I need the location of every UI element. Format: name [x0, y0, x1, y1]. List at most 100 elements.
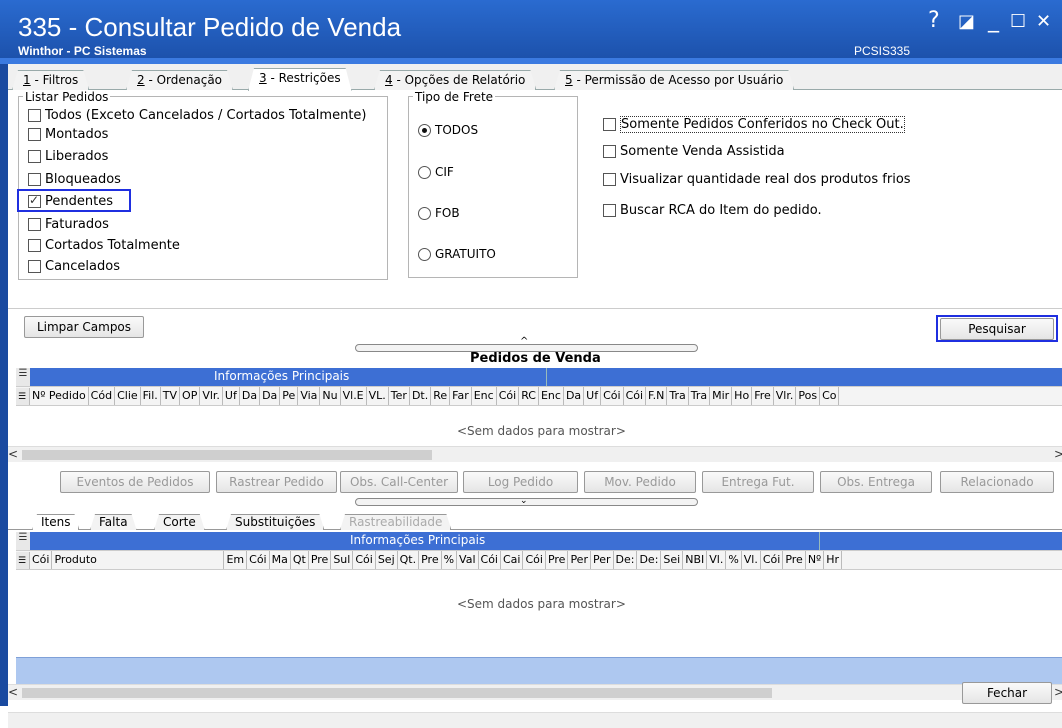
column-header[interactable]: Vl.E	[341, 387, 367, 405]
itens-hscroll-bar[interactable]: < >	[8, 684, 1062, 700]
column-header[interactable]: Val	[457, 551, 479, 569]
column-header[interactable]: Da	[260, 387, 281, 405]
scroll-thumb[interactable]	[22, 688, 772, 698]
column-header[interactable]: Sej	[376, 551, 398, 569]
checkbox-rca-item[interactable]: Buscar RCA do Item do pedido.	[603, 203, 822, 218]
column-header[interactable]: Uf	[223, 387, 240, 405]
checkbox-box[interactable]	[603, 118, 616, 131]
radio-circle[interactable]	[418, 247, 431, 261]
scroll-thumb[interactable]	[22, 450, 432, 460]
column-header[interactable]: Qt.	[398, 551, 420, 569]
radio-todos[interactable]: TODOS	[418, 123, 478, 137]
pedidos-hscroll[interactable]: < >	[8, 446, 1062, 462]
column-header[interactable]: Ho	[732, 387, 753, 405]
column-header[interactable]: Vl.	[742, 551, 761, 569]
tab-corte[interactable]: Corte	[154, 514, 205, 530]
checkbox-box[interactable]	[28, 260, 41, 273]
checkbox-box[interactable]	[28, 150, 41, 163]
scroll-right-icon[interactable]: >	[1054, 685, 1062, 699]
column-header[interactable]: Cói	[601, 387, 624, 405]
column-header[interactable]: Cói	[497, 387, 520, 405]
itens-hscroll[interactable]	[8, 712, 1062, 728]
column-header[interactable]: Mir	[710, 387, 733, 405]
grid-menu-icon[interactable]: ☰	[16, 552, 30, 569]
checkbox-cortados[interactable]: Cortados Totalmente	[28, 238, 180, 253]
checkbox-box[interactable]	[603, 173, 616, 186]
column-header[interactable]: Pre	[546, 551, 569, 569]
column-header[interactable]: De:	[637, 551, 662, 569]
column-header[interactable]: F.N	[646, 387, 668, 405]
column-header[interactable]: Nº Pedido	[30, 387, 89, 405]
checkbox-box[interactable]	[603, 145, 616, 158]
column-header[interactable]: VL.	[367, 387, 389, 405]
checkbox-box[interactable]	[603, 204, 616, 217]
column-header[interactable]: Tra	[667, 387, 689, 405]
tab-itens[interactable]: Itens	[32, 514, 79, 530]
column-header[interactable]: Em	[224, 551, 248, 569]
column-header[interactable]: Enc	[539, 387, 564, 405]
column-header[interactable]: Vlr.	[200, 387, 223, 405]
column-header[interactable]: Uf	[584, 387, 602, 405]
column-header[interactable]: Co	[820, 387, 840, 405]
minimize-icon[interactable]: _	[988, 8, 999, 33]
tab-ordenacao[interactable]: 2 - Ordenação	[126, 70, 233, 90]
column-header[interactable]: Cói	[523, 551, 546, 569]
column-header[interactable]: Clie	[115, 387, 141, 405]
column-header[interactable]: Vlr.	[774, 387, 797, 405]
checkbox-montados[interactable]: Montados	[28, 127, 108, 142]
mov-pedido-button[interactable]: Mov. Pedido	[584, 471, 696, 493]
column-header[interactable]: Pe	[280, 387, 299, 405]
radio-circle[interactable]	[418, 206, 431, 220]
checkbox-bloqueados[interactable]: Bloqueados	[28, 172, 121, 187]
checkbox-box[interactable]	[28, 109, 41, 122]
column-header[interactable]: Sul	[331, 551, 354, 569]
column-header[interactable]: %	[726, 551, 742, 569]
column-header[interactable]: Cai	[501, 551, 524, 569]
column-header[interactable]: Qt	[291, 551, 309, 569]
chevron-up-icon[interactable]: ^	[520, 336, 528, 347]
radio-circle[interactable]	[418, 165, 431, 179]
column-header[interactable]: Da	[564, 387, 585, 405]
scroll-left-icon[interactable]: <	[8, 447, 18, 461]
checkbox-liberados[interactable]: Liberados	[28, 149, 108, 164]
relacionado-button[interactable]: Relacionado	[940, 471, 1054, 493]
column-header[interactable]: Per	[568, 551, 591, 569]
chevron-down-icon[interactable]: ⌄	[520, 496, 528, 506]
fechar-button[interactable]: Fechar	[962, 682, 1052, 704]
checkbox-box[interactable]	[28, 128, 41, 141]
entrega-fut-button[interactable]: Entrega Fut.	[702, 471, 814, 493]
checkbox-venda-assistida[interactable]: Somente Venda Assistida	[603, 144, 785, 159]
grid-menu-icon[interactable]: ☰	[16, 368, 30, 386]
column-header[interactable]: OP	[180, 387, 201, 405]
radio-fob[interactable]: FOB	[418, 206, 460, 220]
column-header[interactable]: %	[442, 551, 458, 569]
obs-entrega-button[interactable]: Obs. Entrega	[820, 471, 932, 493]
column-header[interactable]: Far	[450, 387, 472, 405]
column-header[interactable]: De:	[614, 551, 638, 569]
column-header[interactable]: Via	[298, 387, 321, 405]
column-header[interactable]: Cói	[761, 551, 784, 569]
radio-gratuito[interactable]: GRATUITO	[418, 247, 496, 261]
tab-restricoes[interactable]: 3 - Restrições	[248, 68, 352, 91]
column-header[interactable]: RC	[519, 387, 539, 405]
checkbox-cancelados[interactable]: Cancelados	[28, 259, 120, 274]
column-header[interactable]: Ter	[389, 387, 410, 405]
column-header[interactable]: Cói	[30, 551, 53, 569]
column-header[interactable]: Cói	[479, 551, 501, 569]
tab-falta[interactable]: Falta	[90, 514, 137, 530]
column-header[interactable]: Enc	[472, 387, 497, 405]
column-header[interactable]: Pre	[309, 551, 332, 569]
column-header[interactable]: NBI	[683, 551, 708, 569]
column-header[interactable]: Cói	[353, 551, 376, 569]
limpar-campos-button[interactable]: Limpar Campos	[24, 316, 144, 338]
column-header[interactable]: Pre	[419, 551, 442, 569]
checkbox-produtos-frios[interactable]: Visualizar quantidade real dos produtos …	[603, 172, 911, 187]
column-header[interactable]: Hr	[824, 551, 843, 569]
obs-call-center-button[interactable]: Obs. Call-Center	[340, 471, 458, 493]
tab-filtros[interactable]: 1 - Filtros	[12, 70, 89, 90]
restore-layout-icon[interactable]: ◪	[958, 11, 975, 32]
column-header[interactable]: Cód	[89, 387, 116, 405]
checkbox-todos[interactable]: Todos (Exceto Cancelados / Cortados Tota…	[28, 108, 366, 123]
checkbox-faturados[interactable]: Faturados	[28, 217, 109, 232]
column-header[interactable]: Cói	[624, 387, 647, 405]
